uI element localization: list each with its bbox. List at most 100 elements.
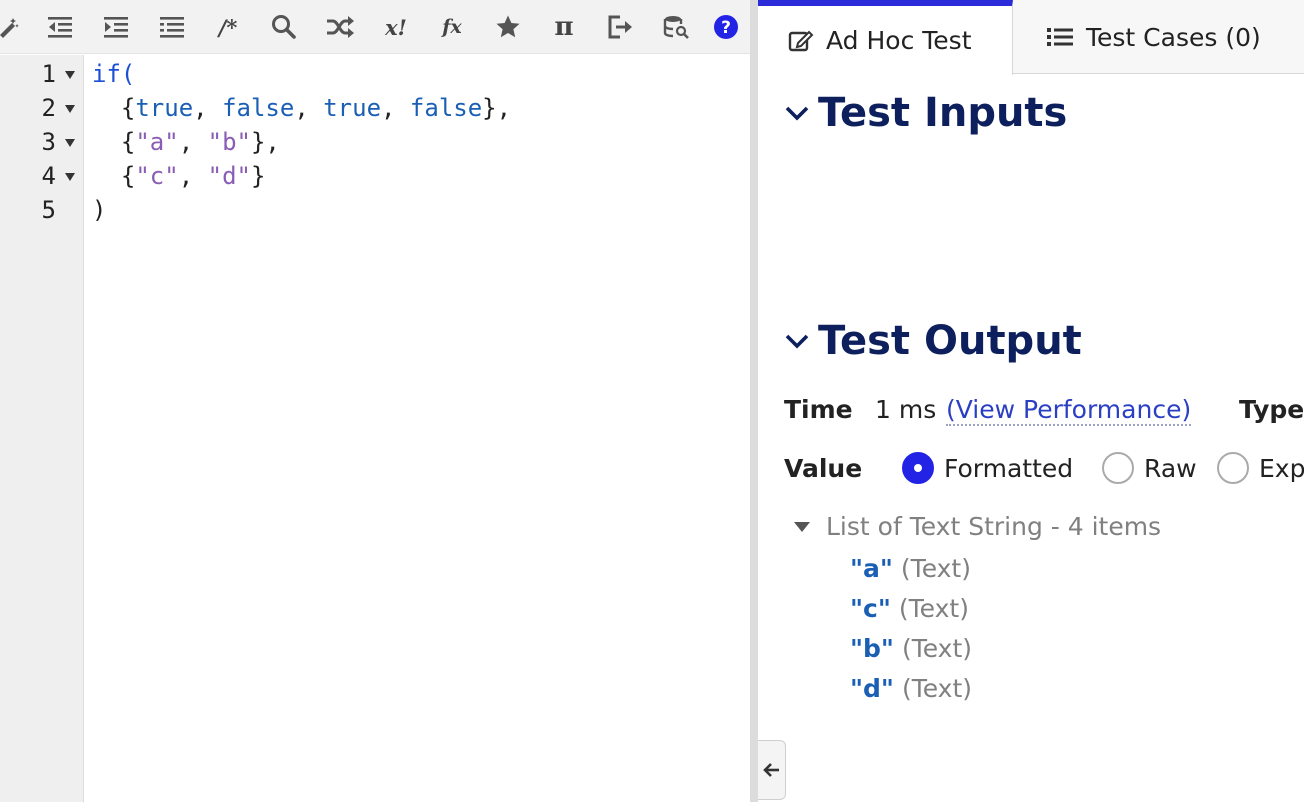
search-icon[interactable] bbox=[264, 8, 304, 46]
code-token: , bbox=[178, 128, 208, 156]
format-option-label: Exp bbox=[1259, 453, 1304, 483]
tab-ad-hoc-label: Ad Hoc Test bbox=[826, 26, 972, 55]
help-icon[interactable]: ? bbox=[706, 8, 746, 46]
pane-splitter[interactable] bbox=[750, 0, 758, 802]
outdent-icon[interactable] bbox=[40, 8, 80, 46]
test-inputs-header[interactable]: Test Inputs bbox=[784, 90, 1067, 136]
code-line: if( bbox=[92, 57, 135, 91]
list-icon bbox=[1046, 26, 1074, 48]
help-label: ? bbox=[721, 18, 731, 38]
code-line: {"c", "d"} bbox=[92, 159, 266, 193]
edit-icon bbox=[788, 29, 814, 53]
database-search-icon[interactable] bbox=[656, 8, 696, 46]
export-icon[interactable] bbox=[600, 8, 640, 46]
time-value: 1 ms bbox=[875, 395, 937, 424]
line-number: 4 bbox=[41, 162, 56, 190]
code-token: true bbox=[135, 94, 194, 122]
code-token: if( bbox=[92, 60, 136, 88]
code-token: false bbox=[222, 94, 295, 122]
format-icon[interactable] bbox=[0, 8, 28, 46]
code-line: {true, false, true, false}, bbox=[92, 91, 511, 125]
editor-toolbar: /* x! fx π ? bbox=[0, 0, 750, 54]
code-line: {"a", "b"}, bbox=[92, 125, 280, 159]
shuffle-icon[interactable] bbox=[320, 8, 360, 46]
list-icon[interactable] bbox=[152, 8, 192, 46]
format-radio-raw[interactable]: Raw bbox=[1102, 452, 1197, 484]
expression-editor: /* x! fx π ? 1 2 3 4 5 if({true, false,… bbox=[0, 0, 750, 802]
code-token: , bbox=[381, 94, 410, 122]
line-number: 1 bbox=[41, 60, 56, 88]
code-token: , bbox=[178, 162, 208, 190]
caret-down-icon bbox=[794, 521, 810, 532]
view-performance-link[interactable]: (View Performance) bbox=[946, 395, 1192, 426]
result-tree-toggle[interactable]: List of Text String - 4 items bbox=[794, 512, 1161, 541]
format-option-label: Raw bbox=[1144, 453, 1197, 483]
test-pane: Ad Hoc Test Test Cases (0) Test Inputs T… bbox=[758, 0, 1304, 802]
pi-icon[interactable]: π bbox=[544, 8, 584, 46]
gutter-line: 5 bbox=[0, 193, 84, 227]
code-token: "a" bbox=[135, 128, 179, 156]
list-item: "b" (Text) bbox=[850, 634, 973, 663]
type-label: Type bbox=[1239, 395, 1304, 424]
radio-unselected-icon bbox=[1217, 452, 1249, 484]
result-summary: List of Text String - 4 items bbox=[826, 512, 1162, 541]
comment-icon[interactable]: /* bbox=[208, 8, 248, 46]
function-label: fx bbox=[442, 16, 462, 38]
tab-ad-hoc-test[interactable]: Ad Hoc Test bbox=[758, 0, 1013, 75]
format-radio-expression[interactable]: Exp bbox=[1217, 452, 1304, 484]
test-output-title: Test Output bbox=[818, 318, 1082, 364]
radio-unselected-icon bbox=[1102, 452, 1134, 484]
gutter-line: 4 bbox=[0, 159, 84, 193]
code-area[interactable]: if( {true, false, true, false}, {"a", "b… bbox=[84, 55, 748, 802]
fold-toggle-icon[interactable] bbox=[65, 71, 75, 79]
factorial-label: x! bbox=[385, 14, 407, 40]
line-number: 5 bbox=[41, 196, 56, 224]
format-radio-formatted[interactable]: Formatted bbox=[902, 452, 1073, 484]
list-item: "d" (Text) bbox=[850, 674, 973, 703]
code-token: "c" bbox=[135, 162, 179, 190]
code-line: ) bbox=[92, 193, 106, 227]
chevron-down-icon bbox=[784, 103, 810, 123]
code-token: , bbox=[193, 94, 223, 122]
code-token: false bbox=[409, 94, 483, 122]
code-token: { bbox=[92, 162, 136, 190]
code-token: "b" bbox=[207, 128, 251, 156]
list-item: "a" (Text) bbox=[850, 554, 971, 583]
line-gutter: 1 2 3 4 5 bbox=[0, 55, 84, 802]
format-option-label: Formatted bbox=[944, 453, 1074, 483]
code-token: "d" bbox=[207, 162, 251, 190]
collapse-pane-button[interactable] bbox=[758, 740, 786, 800]
star-icon[interactable] bbox=[488, 8, 528, 46]
code-token: , bbox=[294, 94, 324, 122]
time-label: Time bbox=[784, 395, 853, 424]
code-token: } bbox=[250, 162, 266, 190]
test-inputs-title: Test Inputs bbox=[818, 90, 1068, 136]
tab-test-cases-label: Test Cases (0) bbox=[1086, 22, 1261, 52]
line-number: 2 bbox=[41, 94, 56, 122]
code-token: ) bbox=[92, 196, 107, 224]
code-token: }, bbox=[482, 94, 512, 122]
code-token: { bbox=[92, 94, 136, 122]
fold-toggle-icon[interactable] bbox=[65, 173, 75, 181]
list-item: "c" (Text) bbox=[850, 594, 969, 623]
indent-icon[interactable] bbox=[96, 8, 136, 46]
test-output-header[interactable]: Test Output bbox=[784, 318, 1082, 364]
fold-toggle-icon[interactable] bbox=[65, 105, 75, 113]
tab-test-cases[interactable]: Test Cases (0) bbox=[1046, 0, 1261, 74]
fold-toggle-icon[interactable] bbox=[65, 139, 75, 147]
function-icon[interactable]: fx bbox=[432, 8, 472, 46]
gutter-line: 3 bbox=[0, 125, 84, 159]
radio-selected-icon bbox=[902, 452, 934, 484]
code-token: true bbox=[323, 94, 382, 122]
gutter-line: 1 bbox=[0, 57, 84, 91]
gutter-line: 2 bbox=[0, 91, 84, 125]
pi-label: π bbox=[554, 12, 574, 42]
value-label: Value bbox=[784, 454, 863, 483]
comment-label: /* bbox=[218, 14, 238, 40]
test-tabbar: Ad Hoc Test Test Cases (0) bbox=[758, 0, 1304, 75]
factorial-icon[interactable]: x! bbox=[376, 8, 416, 46]
line-number: 3 bbox=[41, 128, 56, 156]
chevron-down-icon bbox=[784, 331, 810, 351]
code-token: }, bbox=[250, 128, 280, 156]
code-token: { bbox=[92, 128, 136, 156]
